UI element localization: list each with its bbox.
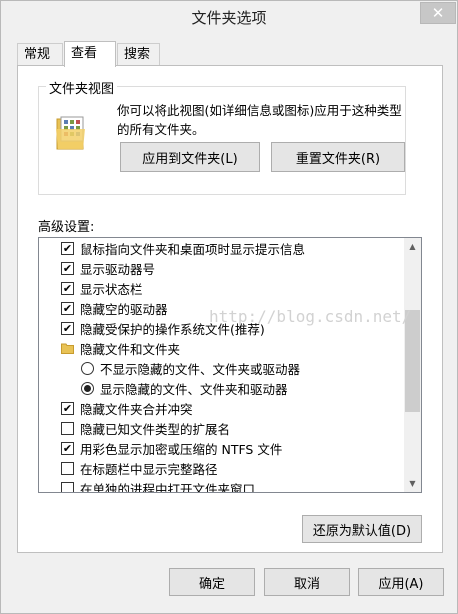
folder-icon	[61, 343, 74, 354]
checkmark-icon: ✔	[62, 261, 73, 275]
folder-views-group-title: 文件夹视图	[46, 78, 118, 97]
setting-label: 在单独的进程中打开文件夹窗口	[80, 481, 256, 493]
setting-label: 在标题栏中显示完整路径	[80, 461, 218, 477]
setting-label: 鼠标指向文件夹和桌面项时显示提示信息	[80, 241, 306, 257]
setting-item[interactable]: ✔ 显示状态栏	[39, 278, 405, 298]
watermark: http://blog.csdn.net/	[209, 307, 412, 326]
tab-general[interactable]: 常规	[17, 43, 63, 65]
apply-button[interactable]: 应用(A)	[358, 568, 444, 596]
setting-item[interactable]: 在标题栏中显示完整路径	[39, 458, 405, 478]
setting-label: 用彩色显示加密或压缩的 NTFS 文件	[80, 441, 283, 457]
advanced-settings-items: ✔ 鼠标指向文件夹和桌面项时显示提示信息 ✔ 显示驱动器号 ✔ 显示状态栏 ✔ 隐藏空的驱动器…	[39, 238, 405, 492]
advanced-settings-label: 高级设置:	[38, 220, 95, 235]
checkmark-icon: ✔	[62, 301, 73, 315]
setting-checkbox[interactable]: ✔	[61, 261, 74, 275]
setting-item[interactable]: 隐藏文件和文件夹	[39, 338, 405, 358]
ok-button[interactable]: 确定	[169, 568, 255, 596]
setting-item[interactable]: ✔ 鼠标指向文件夹和桌面项时显示提示信息	[39, 238, 405, 258]
checkmark-icon: ✔	[62, 321, 73, 335]
window-title: 文件夹选项	[191, 9, 267, 27]
setting-checkbox[interactable]	[61, 461, 74, 475]
setting-item[interactable]: ✔ 隐藏文件夹合并冲突	[39, 398, 405, 418]
scroll-down-button[interactable]: ▼	[404, 475, 421, 492]
radio-dot-icon	[84, 384, 91, 392]
apply-to-folders-button[interactable]: 应用到文件夹(L)	[120, 142, 260, 172]
title-bar[interactable]: 文件夹选项 ✕	[1, 1, 457, 33]
restore-defaults-button[interactable]: 还原为默认值(D)	[302, 515, 422, 543]
reset-folders-button[interactable]: 重置文件夹(R)	[271, 142, 405, 172]
setting-label: 隐藏文件和文件夹	[80, 341, 181, 357]
advanced-settings-scrollbar[interactable]: ▲ ▼	[404, 238, 421, 492]
scroll-up-icon: ▲	[409, 242, 416, 251]
setting-item[interactable]: 隐藏已知文件类型的扩展名	[39, 418, 405, 438]
cancel-button[interactable]: 取消	[264, 568, 350, 596]
setting-item[interactable]: 在单独的进程中打开文件夹窗口	[39, 478, 405, 492]
setting-checkbox[interactable]: ✔	[61, 281, 74, 295]
setting-item[interactable]: ✔ 用彩色显示加密或压缩的 NTFS 文件	[39, 438, 405, 458]
setting-item[interactable]: ✔ 显示驱动器号	[39, 258, 405, 278]
scroll-up-button[interactable]: ▲	[404, 238, 421, 255]
setting-radio[interactable]	[81, 381, 94, 395]
setting-checkbox[interactable]: ✔	[61, 401, 74, 415]
setting-item[interactable]: 显示隐藏的文件、文件夹和驱动器	[39, 378, 405, 398]
setting-item[interactable]: 不显示隐藏的文件、文件夹或驱动器	[39, 358, 405, 378]
close-button[interactable]: ✕	[420, 2, 456, 24]
setting-label: 不显示隐藏的文件、文件夹或驱动器	[100, 361, 301, 377]
setting-checkbox[interactable]: ✔	[61, 241, 74, 255]
setting-radio[interactable]	[81, 361, 94, 375]
tab-view[interactable]: 查看	[64, 41, 116, 67]
scroll-down-icon: ▼	[409, 479, 416, 488]
setting-checkbox[interactable]: ✔	[61, 301, 74, 315]
tab-search[interactable]: 搜索	[117, 43, 160, 65]
checkmark-icon: ✔	[62, 441, 73, 455]
setting-label: 隐藏已知文件类型的扩展名	[80, 421, 231, 437]
setting-label: 隐藏空的驱动器	[80, 301, 168, 317]
setting-checkbox[interactable]: ✔	[61, 321, 74, 335]
setting-checkbox[interactable]	[61, 421, 74, 435]
checkmark-icon: ✔	[62, 241, 73, 255]
setting-checkbox[interactable]: ✔	[61, 441, 74, 455]
folder-views-group: 文件夹视图 你可以将此视图(如详细信息或图标)应用于这种类型的所有文件夹。 应用…	[38, 78, 406, 195]
setting-label: 显示驱动器号	[80, 261, 156, 277]
checkmark-icon: ✔	[62, 281, 73, 295]
folder-options-dialog: 文件夹选项 ✕ 常规 查看 搜索 文件夹视图 你可以将此视图(如详细信息或图标)…	[0, 0, 458, 614]
checkmark-icon: ✔	[62, 401, 73, 415]
folder-views-icon	[55, 115, 87, 151]
close-icon: ✕	[431, 3, 445, 22]
setting-label: 显示状态栏	[80, 281, 143, 297]
advanced-settings-list[interactable]: ✔ 鼠标指向文件夹和桌面项时显示提示信息 ✔ 显示驱动器号 ✔ 显示状态栏 ✔ 隐藏空的驱动器…	[38, 237, 422, 493]
setting-label: 隐藏文件夹合并冲突	[80, 401, 193, 417]
setting-label: 显示隐藏的文件、文件夹和驱动器	[100, 381, 288, 397]
folder-views-description: 你可以将此视图(如详细信息或图标)应用于这种类型的所有文件夹。	[117, 103, 402, 137]
setting-checkbox[interactable]	[61, 481, 74, 492]
